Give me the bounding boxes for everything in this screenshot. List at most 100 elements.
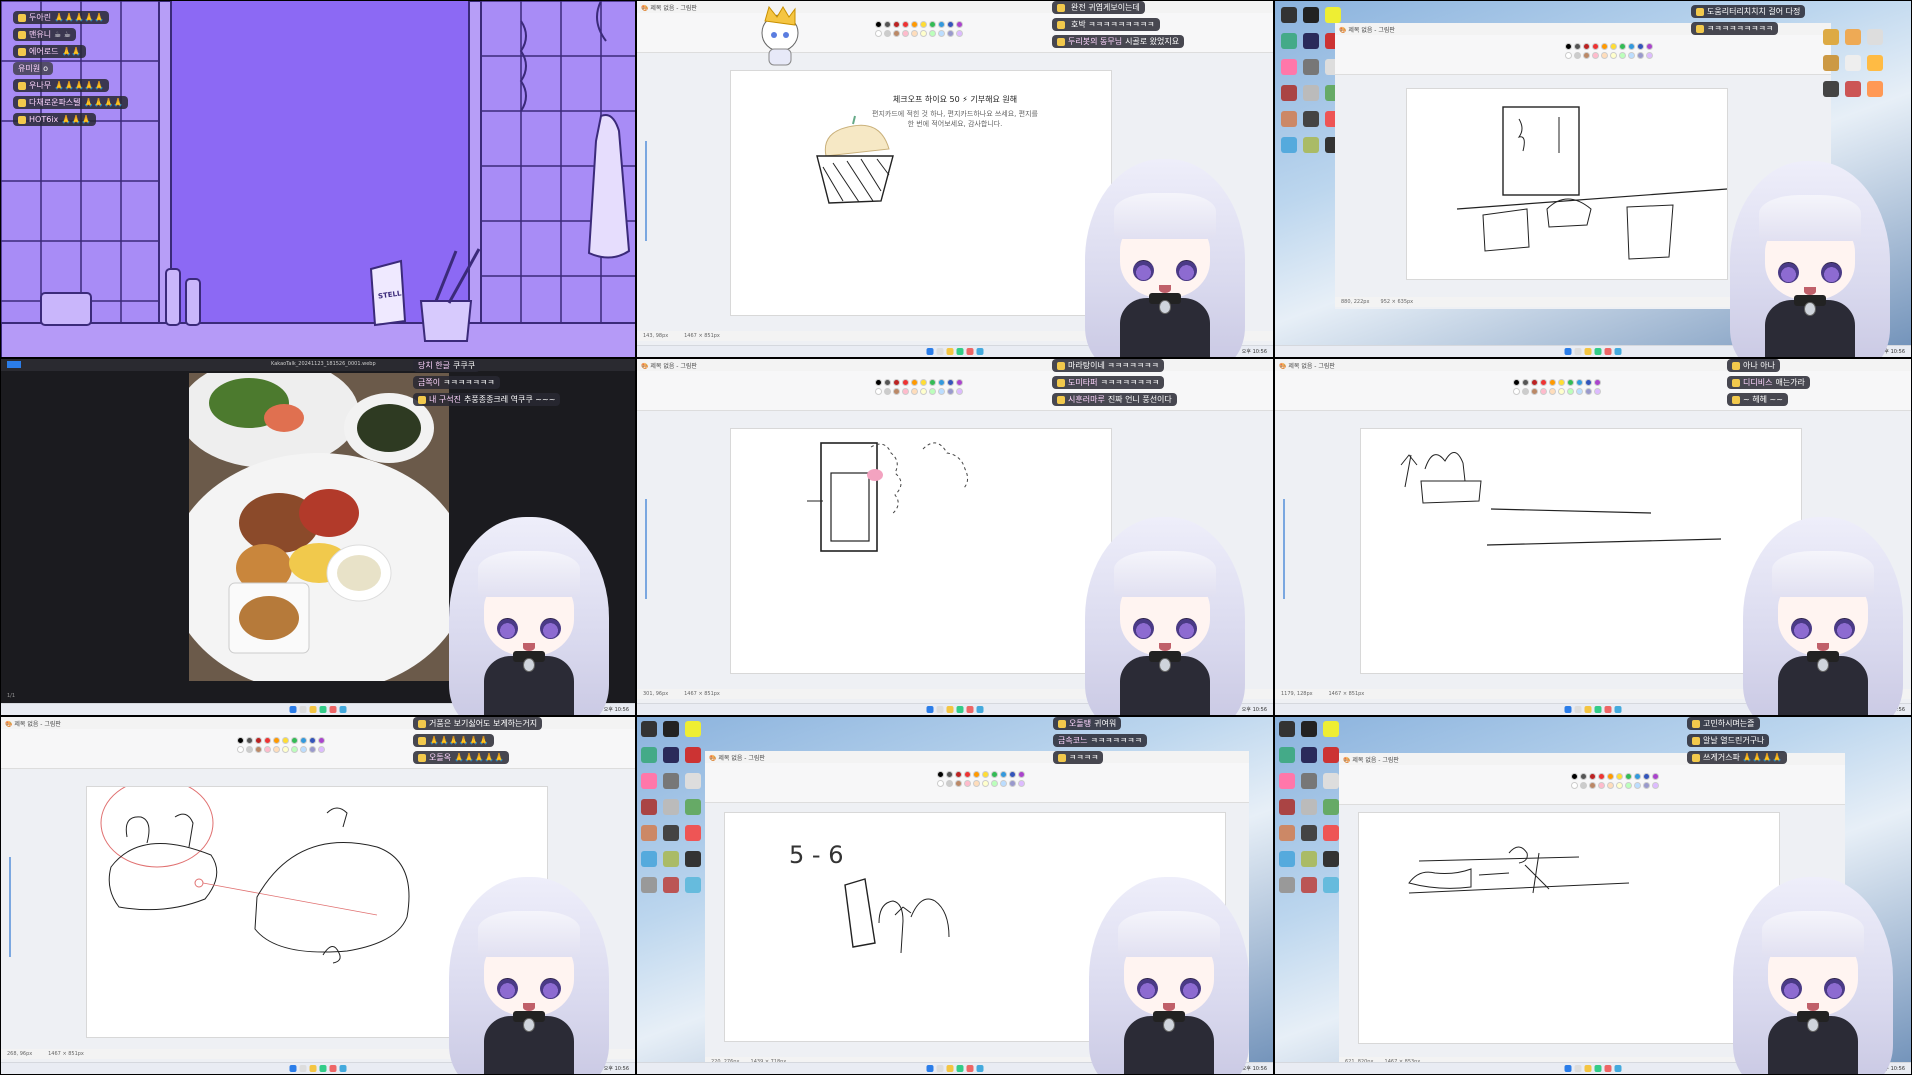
paint-icon[interactable]	[966, 1065, 974, 1072]
browser-icon[interactable]	[319, 706, 327, 713]
color-palette[interactable]	[875, 21, 963, 37]
badge-icon	[18, 30, 26, 39]
desktop-icons[interactable]	[641, 721, 701, 897]
paint-icon[interactable]	[1604, 1065, 1612, 1072]
vtuber-avatar	[1085, 159, 1245, 357]
badge-icon	[1692, 719, 1700, 728]
taskbar-clock: 오후 10:56	[1241, 349, 1267, 355]
chat-icon[interactable]	[976, 348, 984, 355]
search-icon[interactable]	[936, 706, 944, 713]
search-icon[interactable]	[299, 706, 307, 713]
search-icon[interactable]	[936, 1065, 944, 1072]
chat-icon[interactable]	[976, 1065, 984, 1072]
viewer-logo-icon	[7, 361, 21, 368]
color-palette[interactable]	[937, 771, 1025, 787]
canvas-size: 952 × 635px	[1380, 299, 1414, 305]
paint-icon[interactable]	[1604, 348, 1612, 355]
chat-icon[interactable]	[1614, 706, 1622, 713]
chat-icon[interactable]	[339, 1065, 347, 1072]
paint-icon[interactable]	[1604, 706, 1612, 713]
folder-icon[interactable]	[1584, 1065, 1592, 1072]
chat-username: HOT6ix	[29, 115, 59, 124]
chat-username: 오돌옥	[429, 753, 452, 762]
chat-message: 내 구석진 추풍종종크레 역쿠쿠 ~~~	[413, 393, 561, 406]
cell-paint-sink: 🎨 제목 없음 - 그림판 1179, 128px 1467 × 851px 1…	[1274, 358, 1912, 716]
chat-text: 시골로 왔었지요	[1125, 37, 1180, 46]
chat-icon[interactable]	[976, 706, 984, 713]
chat-icon[interactable]	[1614, 1065, 1622, 1072]
chat-overlay: 완전 귀엽게보이는데 호박 ㅋㅋㅋㅋㅋㅋㅋㅋㅋ 두리봇의 동무님 시골로 왔었지요	[1052, 1, 1185, 48]
windows-start-icon[interactable]	[1564, 348, 1572, 355]
folder-icon[interactable]	[946, 348, 954, 355]
chat-text: 🙏🙏	[61, 47, 82, 56]
folder-icon[interactable]	[309, 706, 317, 713]
folder-icon[interactable]	[946, 706, 954, 713]
windows-start-icon[interactable]	[289, 706, 297, 713]
folder-icon[interactable]	[309, 1065, 317, 1072]
color-palette[interactable]	[1565, 43, 1653, 59]
windows-start-icon[interactable]	[1564, 706, 1572, 713]
viewer-status: 1/1	[7, 693, 16, 699]
paint-icon[interactable]	[329, 706, 337, 713]
search-icon[interactable]	[936, 348, 944, 355]
windows-start-icon[interactable]	[1564, 1065, 1572, 1072]
browser-icon[interactable]	[1594, 348, 1602, 355]
browser-icon[interactable]	[1594, 1065, 1602, 1072]
browser-icon[interactable]	[956, 706, 964, 713]
badge-icon	[1057, 378, 1065, 387]
zoom-slider[interactable]	[645, 499, 647, 599]
badge-icon	[1057, 395, 1065, 404]
browser-icon[interactable]	[319, 1065, 327, 1072]
search-icon[interactable]	[1574, 1065, 1582, 1072]
folder-icon[interactable]	[1584, 348, 1592, 355]
windows-start-icon[interactable]	[926, 1065, 934, 1072]
cursor-position: 143, 98px	[643, 333, 669, 339]
desktop-icons[interactable]	[1279, 721, 1339, 897]
drawing-canvas[interactable]	[731, 429, 1111, 673]
search-icon[interactable]	[299, 1065, 307, 1072]
windows-start-icon[interactable]	[926, 706, 934, 713]
search-icon[interactable]	[1574, 706, 1582, 713]
windows-start-icon[interactable]	[926, 348, 934, 355]
folder-icon[interactable]	[1584, 706, 1592, 713]
chat-username: 도미타퍼	[1068, 378, 1098, 387]
search-icon[interactable]	[1574, 348, 1582, 355]
caption-top: 체크오프 하이요 50 ⚡ 기부해요 원해	[889, 94, 1021, 105]
badge-icon	[1057, 361, 1065, 370]
browser-icon[interactable]	[956, 348, 964, 355]
color-palette[interactable]	[1571, 773, 1659, 789]
zoom-slider[interactable]	[1283, 499, 1285, 599]
folder-icon[interactable]	[946, 1065, 954, 1072]
vtuber-avatar	[449, 517, 609, 715]
chat-message: 고민하시며는즐	[1687, 717, 1760, 730]
drawing-canvas[interactable]	[1359, 813, 1779, 1043]
chat-message: 오돌탱 귀여워	[1053, 717, 1122, 730]
browser-icon[interactable]	[956, 1065, 964, 1072]
desktop-icons[interactable]	[1281, 7, 1341, 157]
chat-username: 우나무	[29, 81, 52, 90]
zoom-slider[interactable]	[9, 857, 11, 957]
color-palette[interactable]	[875, 379, 963, 395]
color-palette[interactable]	[237, 737, 325, 753]
zoom-slider[interactable]	[645, 141, 647, 241]
chat-message: 알날 열드린거구나	[1687, 734, 1770, 747]
chat-icon[interactable]	[339, 706, 347, 713]
color-palette[interactable]	[1513, 379, 1601, 395]
paint-icon[interactable]	[966, 706, 974, 713]
drawing-canvas[interactable]	[1361, 429, 1801, 673]
chat-message: 시훈러마루 진짜 언니 풍선이다	[1052, 393, 1177, 406]
paint-icon[interactable]	[329, 1065, 337, 1072]
paint-icon[interactable]	[966, 348, 974, 355]
vtuber-avatar	[449, 877, 609, 1074]
browser-icon[interactable]	[1594, 706, 1602, 713]
chat-text: 🙏🙏🙏🙏	[83, 98, 124, 107]
vtuber-avatar	[1733, 877, 1893, 1074]
chat-overlay: 도움리터리치치치 걸어 다정 ㅋㅋㅋㅋㅋㅋㅋㅋㅋ	[1691, 5, 1806, 35]
windows-start-icon[interactable]	[289, 1065, 297, 1072]
chat-message: 쓰게거스파 🙏🙏🙏🙏	[1687, 751, 1788, 764]
canvas-size: 1467 × 851px	[1328, 691, 1365, 697]
desktop-icons-right[interactable]	[1823, 29, 1883, 101]
badge-icon	[1057, 37, 1065, 46]
chat-icon[interactable]	[1614, 348, 1622, 355]
drawing-canvas[interactable]	[1407, 89, 1728, 279]
